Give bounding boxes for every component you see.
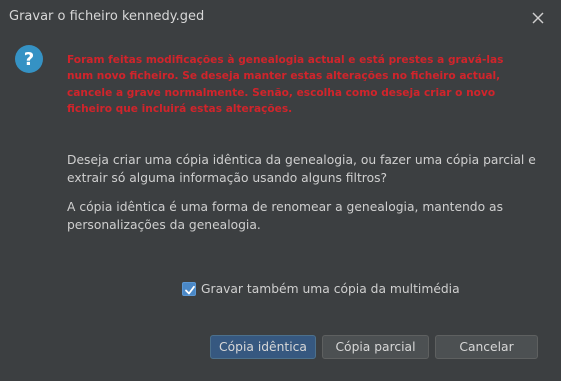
- cancel-button[interactable]: Cancelar: [435, 335, 538, 359]
- save-media-option[interactable]: Gravar também uma cópia da multimédia: [182, 280, 460, 298]
- close-button[interactable]: [529, 9, 547, 27]
- window-title: Gravar o ficheiro kennedy.ged: [9, 9, 205, 24]
- title-bar: Gravar o ficheiro kennedy.ged: [0, 0, 561, 36]
- warning-message: Foram feitas modificações à genealogia a…: [67, 54, 504, 116]
- copy-question-text: Deseja criar uma cópia idêntica da genea…: [67, 153, 536, 185]
- identical-copy-explanation: A cópia idêntica é uma forma de renomear…: [67, 200, 503, 232]
- question-icon: ?: [14, 44, 44, 74]
- close-icon: [532, 12, 544, 24]
- checkmark-icon: [185, 285, 195, 295]
- identical-copy-button[interactable]: Cópia idêntica: [210, 335, 316, 359]
- save-media-checkbox[interactable]: [182, 282, 196, 296]
- save-media-label: Gravar também uma cópia da multimédia: [201, 282, 460, 296]
- save-file-dialog: Gravar o ficheiro kennedy.ged ? Foram fe…: [0, 0, 561, 381]
- svg-text:?: ?: [24, 49, 34, 70]
- partial-copy-button[interactable]: Cópia parcial: [322, 335, 429, 359]
